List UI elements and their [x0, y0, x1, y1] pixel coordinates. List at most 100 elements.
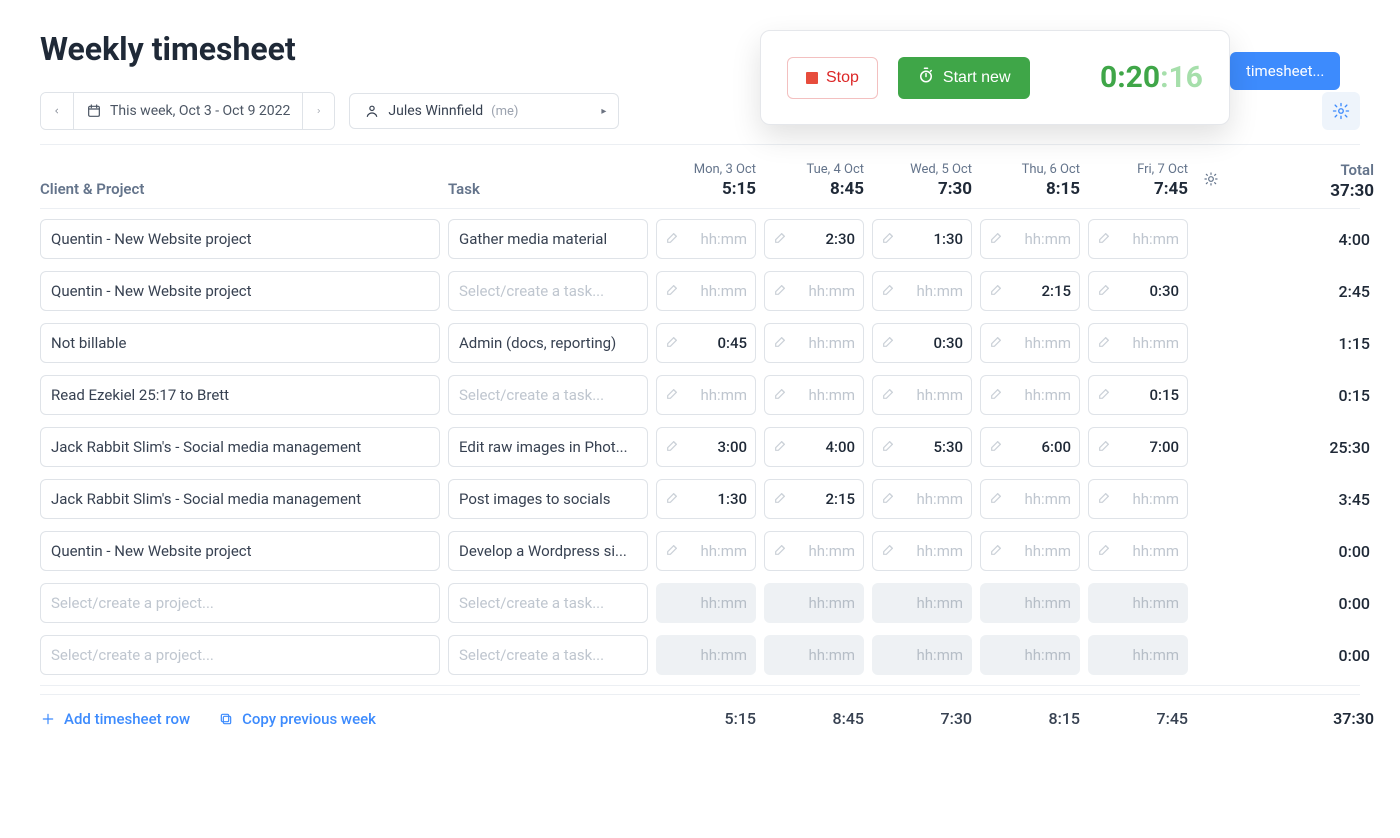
time-cell: hh:mm [1088, 583, 1188, 623]
table-row: Quentin - New Website projectDevelop a W… [40, 525, 1360, 577]
time-cell[interactable]: 0:30 [1088, 271, 1188, 311]
copy-previous-week-button[interactable]: Copy previous week [218, 710, 376, 728]
time-cell[interactable]: hh:mm [980, 219, 1080, 259]
project-cell[interactable]: Select/create a project... [40, 635, 440, 675]
time-cell[interactable]: hh:mm [872, 479, 972, 519]
col-task-header: Task [448, 180, 648, 208]
submit-timesheet-button[interactable]: timesheet... [1230, 52, 1340, 90]
row-total: 0:00 [1234, 594, 1374, 613]
col-project-header: Client & Project [40, 180, 440, 208]
gear-icon [1332, 102, 1350, 120]
date-range-segment: This week, Oct 3 - Oct 9 2022 [40, 92, 335, 130]
time-cell[interactable]: hh:mm [764, 531, 864, 571]
next-week-button[interactable] [302, 93, 334, 129]
plus-icon [40, 711, 56, 727]
time-cell[interactable]: hh:mm [980, 323, 1080, 363]
project-cell[interactable]: Quentin - New Website project [40, 531, 440, 571]
time-cell[interactable]: 0:15 [1088, 375, 1188, 415]
time-cell: hh:mm [872, 583, 972, 623]
time-cell[interactable]: hh:mm [980, 531, 1080, 571]
task-cell[interactable]: Post images to socials [448, 479, 648, 519]
project-cell[interactable]: Jack Rabbit Slim's - Social media manage… [40, 427, 440, 467]
task-cell[interactable]: Edit raw images in Phot... [448, 427, 648, 467]
col-day-2: Wed, 5 Oct7:30 [872, 162, 972, 199]
footer-grand-total: 37:30 [1234, 709, 1374, 728]
date-range-label: This week, Oct 3 - Oct 9 2022 [110, 103, 290, 119]
task-cell[interactable]: Select/create a task... [448, 583, 648, 623]
project-cell[interactable]: Select/create a project... [40, 583, 440, 623]
time-cell[interactable]: hh:mm [656, 219, 756, 259]
stop-icon [806, 72, 818, 84]
arrow-right-icon [315, 103, 322, 119]
time-cell[interactable]: 2:15 [764, 479, 864, 519]
settings-button[interactable] [1322, 92, 1360, 130]
footer-day-total-4: 7:45 [1088, 709, 1188, 728]
footer-day-total-1: 8:45 [764, 709, 864, 728]
time-cell[interactable]: hh:mm [1088, 323, 1188, 363]
time-cell[interactable]: 4:00 [764, 427, 864, 467]
time-cell[interactable]: hh:mm [656, 271, 756, 311]
time-cell[interactable]: hh:mm [872, 531, 972, 571]
project-cell[interactable]: Quentin - New Website project [40, 219, 440, 259]
time-cell[interactable]: hh:mm [980, 479, 1080, 519]
row-total: 1:15 [1234, 334, 1374, 353]
task-cell[interactable]: Select/create a task... [448, 271, 648, 311]
row-total: 2:45 [1234, 282, 1374, 301]
time-cell[interactable]: hh:mm [656, 375, 756, 415]
project-cell[interactable]: Quentin - New Website project [40, 271, 440, 311]
table-row: Select/create a project...Select/create … [40, 577, 1360, 629]
time-cell[interactable]: hh:mm [764, 375, 864, 415]
date-range-button[interactable]: This week, Oct 3 - Oct 9 2022 [73, 93, 302, 129]
time-cell[interactable]: 0:45 [656, 323, 756, 363]
project-cell[interactable]: Not billable [40, 323, 440, 363]
time-cell[interactable]: 3:00 [656, 427, 756, 467]
arrow-left-icon [53, 103, 61, 119]
time-cell[interactable]: 2:15 [980, 271, 1080, 311]
user-picker[interactable]: Jules Winnfield (me) ▸ [349, 93, 619, 129]
add-timesheet-row-button[interactable]: Add timesheet row [40, 710, 190, 728]
start-new-button[interactable]: Start new [898, 57, 1030, 99]
col-day-4: Fri, 7 Oct7:45 [1088, 162, 1188, 199]
project-cell[interactable]: Read Ezekiel 25:17 to Brett [40, 375, 440, 415]
time-cell[interactable]: 1:30 [872, 219, 972, 259]
time-cell[interactable]: 2:30 [764, 219, 864, 259]
task-cell[interactable]: Select/create a task... [448, 635, 648, 675]
task-cell[interactable]: Develop a Wordpress si... [448, 531, 648, 571]
time-cell[interactable]: 1:30 [656, 479, 756, 519]
task-cell[interactable]: Select/create a task... [448, 375, 648, 415]
time-cell[interactable]: hh:mm [764, 323, 864, 363]
time-cell[interactable]: 7:00 [1088, 427, 1188, 467]
footer-day-total-2: 7:30 [872, 709, 972, 728]
time-cell[interactable]: 0:30 [872, 323, 972, 363]
time-cell[interactable]: hh:mm [872, 271, 972, 311]
table-row: Jack Rabbit Slim's - Social media manage… [40, 473, 1360, 525]
row-total: 4:00 [1234, 230, 1374, 249]
project-cell[interactable]: Jack Rabbit Slim's - Social media manage… [40, 479, 440, 519]
table-row: Read Ezekiel 25:17 to BrettSelect/create… [40, 369, 1360, 421]
row-total: 0:15 [1234, 386, 1374, 405]
user-name: Jules Winnfield [388, 103, 483, 119]
time-cell[interactable]: 6:00 [980, 427, 1080, 467]
time-cell[interactable]: hh:mm [1088, 479, 1188, 519]
col-day-3: Thu, 6 Oct8:15 [980, 162, 1080, 199]
time-cell[interactable]: hh:mm [872, 375, 972, 415]
time-cell: hh:mm [656, 583, 756, 623]
table-row: Jack Rabbit Slim's - Social media manage… [40, 421, 1360, 473]
time-cell[interactable]: 5:30 [872, 427, 972, 467]
time-cell[interactable]: hh:mm [980, 375, 1080, 415]
prev-week-button[interactable] [41, 93, 73, 129]
task-cell[interactable]: Gather media material [448, 219, 648, 259]
task-cell[interactable]: Admin (docs, reporting) [448, 323, 648, 363]
table-row: Not billableAdmin (docs, reporting)0:45h… [40, 317, 1360, 369]
col-day-1: Tue, 4 Oct8:45 [764, 162, 864, 199]
time-cell[interactable]: hh:mm [1088, 531, 1188, 571]
stop-button[interactable]: Stop [787, 57, 878, 99]
copy-icon [218, 711, 234, 727]
time-cell[interactable]: hh:mm [656, 531, 756, 571]
weekend-toggle-icon[interactable] [1196, 171, 1226, 191]
sun-icon [1203, 171, 1219, 187]
timer-elapsed: 0:20:16 [1100, 60, 1203, 95]
time-cell[interactable]: hh:mm [1088, 219, 1188, 259]
time-cell[interactable]: hh:mm [764, 271, 864, 311]
time-cell: hh:mm [764, 583, 864, 623]
